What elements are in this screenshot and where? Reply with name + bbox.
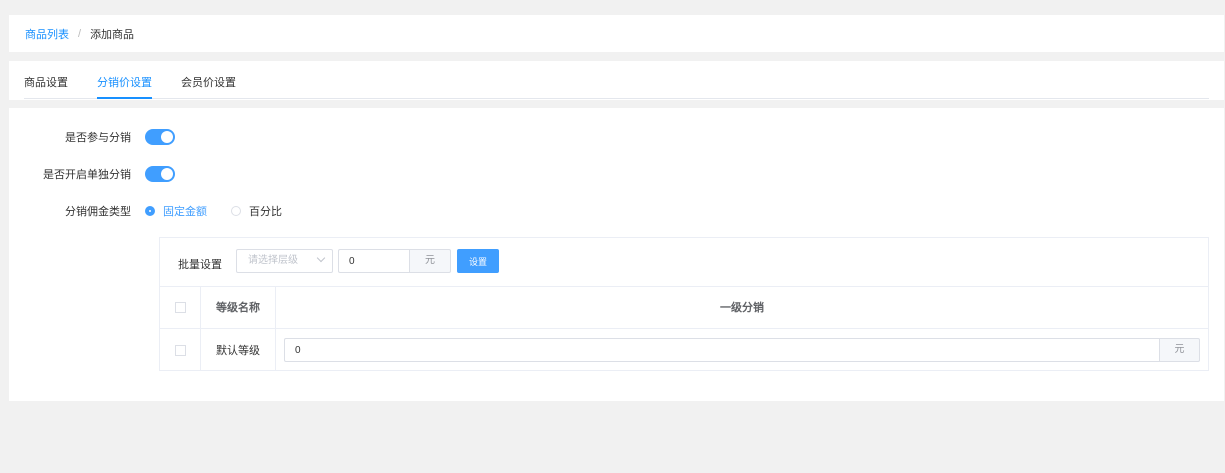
row-checkbox[interactable] [174, 344, 186, 356]
batch-set-button[interactable]: 设置 [457, 249, 499, 273]
row-checkbox-cell [160, 328, 201, 371]
participate-row: 是否参与分销 [9, 127, 175, 147]
breadcrumb-separator: / [78, 27, 82, 40]
row-level-name: 默认等级 [200, 328, 276, 371]
tab-bar: 商品设置 分销价设置 会员价设置 [24, 61, 1209, 99]
batch-amount-input[interactable] [338, 249, 409, 273]
level-commission-panel: 批量设置 请选择层级 元 设置 等级名称 一级分销 默认等级 [159, 237, 1209, 371]
independent-row: 是否开启单独分销 [9, 164, 175, 184]
radio-fixed-amount[interactable]: 固定金额 [145, 203, 207, 219]
radio-dot [231, 206, 241, 216]
radio-percentage[interactable]: 百分比 [231, 203, 282, 219]
tab-member-price[interactable]: 会员价设置 [181, 61, 236, 98]
header-first-level: 一级分销 [275, 286, 1208, 329]
row-commission-group: 元 [284, 338, 1200, 362]
row-unit: 元 [1159, 338, 1200, 362]
participate-label: 是否参与分销 [65, 132, 131, 144]
batch-label: 批量设置 [178, 259, 222, 271]
header-checkbox-cell [160, 286, 201, 329]
row-commission-input[interactable] [284, 338, 1159, 362]
switch-knob [161, 131, 173, 143]
table-row: 默认等级 元 [160, 328, 1209, 372]
breadcrumb-current: 添加商品 [90, 28, 135, 41]
header-level-name: 等级名称 [200, 286, 276, 329]
independent-switch[interactable] [145, 166, 175, 182]
chevron-down-icon [316, 253, 326, 263]
tab-distribution-price[interactable]: 分销价设置 [97, 61, 152, 99]
commission-type-label: 分销佣金类型 [65, 206, 131, 218]
level-table: 等级名称 一级分销 默认等级 元 [160, 286, 1208, 371]
batch-settings-bar: 批量设置 请选择层级 元 设置 [160, 238, 1208, 287]
tab-product-settings[interactable]: 商品设置 [24, 61, 68, 98]
row-commission-cell: 元 [276, 329, 1209, 372]
table-header-row: 等级名称 一级分销 [160, 286, 1208, 329]
radio-dot [145, 206, 155, 216]
distribution-form: 是否参与分销 是否开启单独分销 分销佣金类型 固定金额 百分比 批量设置 请选择… [9, 108, 1224, 401]
breadcrumb: 商品列表 / 添加商品 [9, 15, 1224, 52]
batch-amount-group: 元 [338, 249, 451, 273]
radio-label-percentage: 百分比 [249, 206, 282, 218]
tabs-card: 商品设置 分销价设置 会员价设置 [9, 61, 1224, 100]
level-select[interactable]: 请选择层级 [236, 249, 333, 273]
level-select-placeholder: 请选择层级 [248, 255, 298, 266]
select-all-checkbox[interactable] [174, 301, 186, 313]
commission-type-row: 分销佣金类型 固定金额 百分比 [9, 201, 306, 221]
independent-label: 是否开启单独分销 [43, 169, 131, 181]
batch-unit: 元 [409, 249, 451, 273]
switch-knob [161, 168, 173, 180]
breadcrumb-link-product-list[interactable]: 商品列表 [25, 26, 69, 42]
radio-label-fixed-amount: 固定金额 [163, 206, 207, 218]
participate-switch[interactable] [145, 129, 175, 145]
